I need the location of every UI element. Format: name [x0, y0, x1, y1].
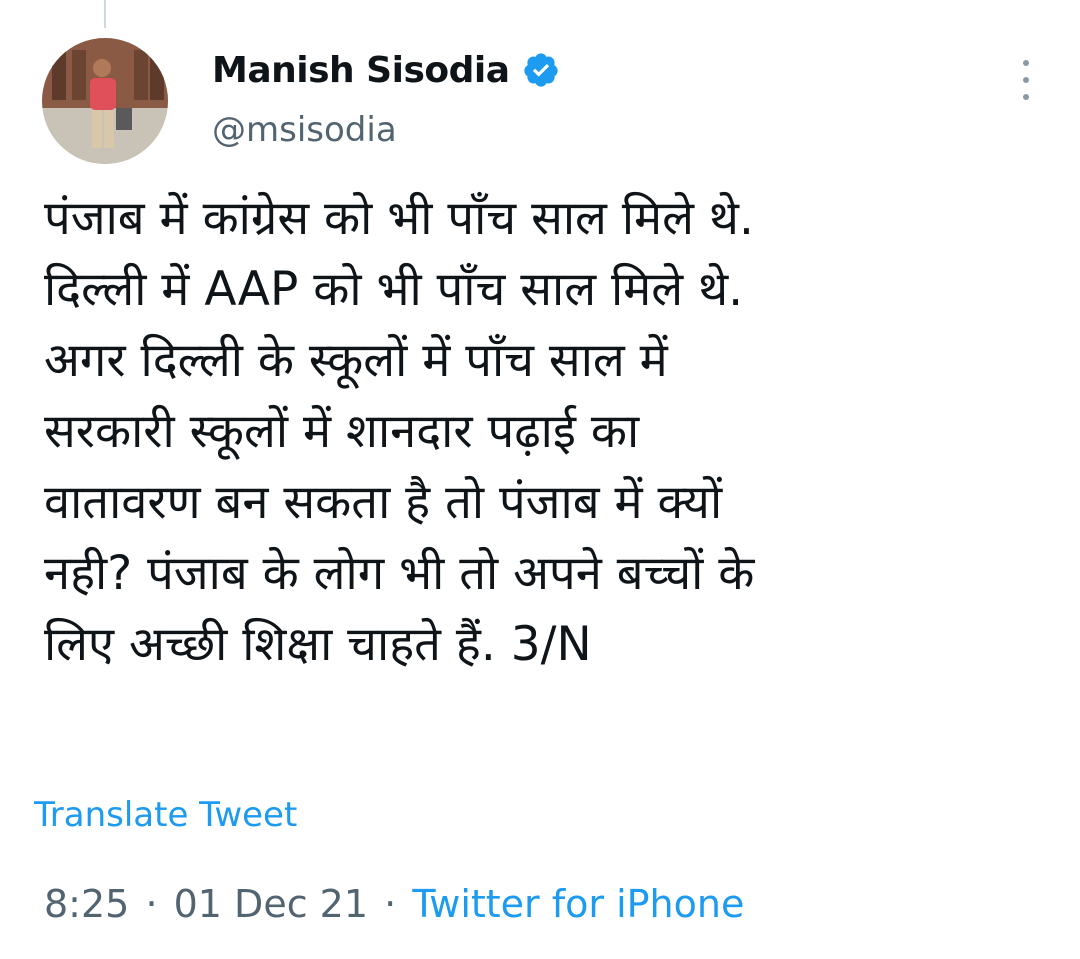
- tweet-time[interactable]: 8:25: [44, 882, 129, 926]
- more-dot: [1023, 77, 1029, 83]
- tweet-text-line: वातावरण बन सकता है तो पंजाब में क्यों: [44, 475, 723, 530]
- verified-badge-icon: [522, 51, 560, 89]
- tweet-text-line: पंजाब में कांग्रेस को भी पाँच साल मिले थ…: [44, 191, 754, 246]
- more-dot: [1023, 60, 1029, 66]
- tweet-date[interactable]: 01 Dec 21: [174, 882, 368, 926]
- tweet-text-line: अगर दिल्ली के स्कूलों में पाँच साल में: [44, 333, 668, 388]
- more-dot: [1023, 94, 1029, 100]
- translate-tweet-link[interactable]: Translate Tweet: [34, 795, 297, 835]
- author-display-name[interactable]: Manish Sisodia: [212, 50, 510, 91]
- avatar[interactable]: [42, 38, 168, 164]
- tweet-source-link[interactable]: Twitter for iPhone: [412, 882, 744, 926]
- avatar-photo: [42, 38, 168, 164]
- meta-separator: ·: [384, 882, 397, 926]
- thread-connector-line: [104, 0, 106, 28]
- tweet-text-line: सरकारी स्कूलों में शानदार पढ़ाई का: [44, 404, 640, 459]
- tweet-text: पंजाब में कांग्रेस को भी पाँच साल मिले थ…: [44, 183, 1054, 680]
- author-handle[interactable]: @msisodia: [212, 110, 397, 150]
- tweet-text-line: नही? पंजाब के लोग भी तो अपने बच्चों के: [44, 546, 755, 601]
- tweet-metadata: 8:25 · 01 Dec 21 · Twitter for iPhone: [44, 882, 744, 926]
- tweet-text-line: दिल्ली में AAP को भी पाँच साल मिले थे.: [44, 262, 744, 317]
- author-name-row: Manish Sisodia: [212, 40, 560, 100]
- tweet-text-line: लिए अच्छी शिक्षा चाहते हैं. 3/N: [44, 617, 592, 672]
- more-options-icon[interactable]: [1008, 60, 1044, 100]
- meta-separator: ·: [145, 882, 158, 926]
